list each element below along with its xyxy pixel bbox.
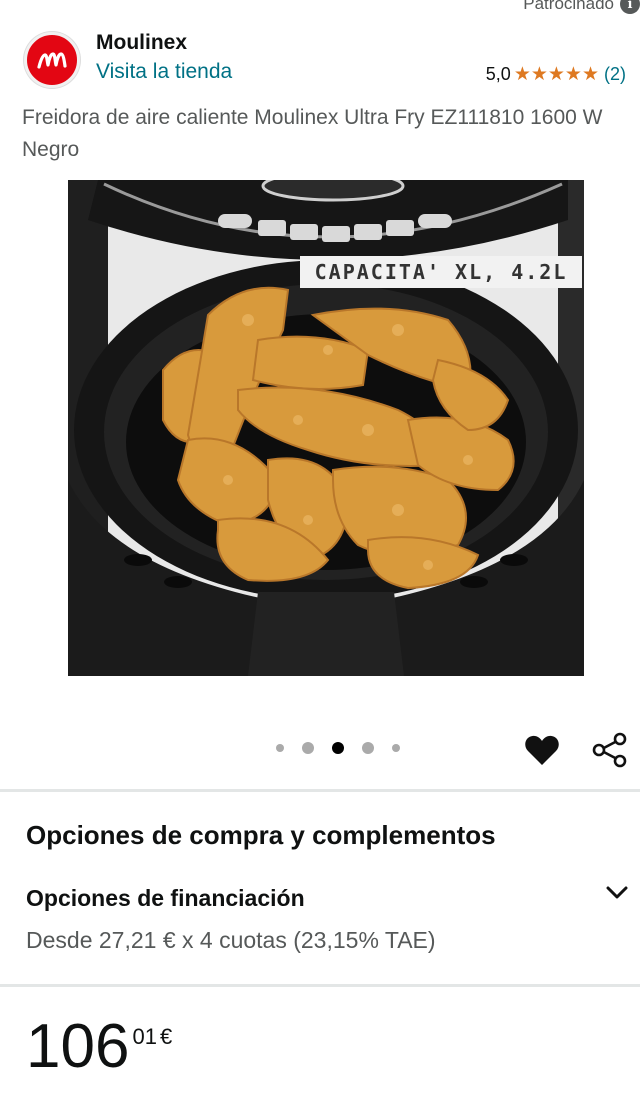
price-fraction: 01 bbox=[132, 1024, 157, 1049]
section-divider bbox=[0, 984, 640, 987]
section-divider bbox=[0, 789, 640, 792]
star-rating-icon: ★★★★★ bbox=[513, 64, 599, 85]
rating-value: 5,0 bbox=[485, 64, 511, 84]
share-icon bbox=[592, 732, 627, 768]
price-currency: € bbox=[159, 1024, 173, 1049]
product-image[interactable] bbox=[68, 180, 584, 676]
purchase-options-heading: Opciones de compra y complementos bbox=[26, 820, 496, 850]
favorite-button[interactable] bbox=[522, 730, 562, 770]
brand-header: Moulinex Visita la tienda 5,0 ★★★★★ (2) bbox=[24, 30, 626, 90]
carousel-dot[interactable] bbox=[302, 742, 314, 754]
financing-detail: Desde 27,21 € x 4 cuotas (23,15% TAE) bbox=[26, 927, 436, 953]
chevron-down-icon bbox=[606, 886, 628, 899]
carousel-dot[interactable] bbox=[276, 744, 284, 752]
carousel-dot[interactable] bbox=[392, 744, 400, 752]
financing-expand-button[interactable] bbox=[600, 878, 634, 908]
visit-store-link[interactable]: Visita la tienda bbox=[96, 60, 232, 84]
brand-logo[interactable] bbox=[24, 32, 80, 88]
brand-name: Moulinex bbox=[96, 31, 188, 54]
sponsored-text: Patrocinado bbox=[523, 0, 614, 13]
info-icon[interactable]: i bbox=[620, 0, 640, 14]
rating-summary[interactable]: 5,0 ★★★★★ (2) bbox=[486, 63, 626, 86]
price-whole: 106 bbox=[26, 1012, 130, 1081]
heart-icon bbox=[525, 735, 559, 765]
carousel-dot[interactable] bbox=[362, 742, 374, 754]
moulinex-logo-icon bbox=[37, 52, 67, 69]
carousel-dot-active[interactable] bbox=[332, 742, 344, 754]
sponsored-label[interactable]: Patrocinado i bbox=[523, 0, 640, 14]
capacity-overlay-label: CAPACITA' XL, 4.2L bbox=[300, 256, 582, 288]
product-title: Freidora de aire caliente Moulinex Ultra… bbox=[22, 106, 603, 161]
price: 106 01 € bbox=[26, 1012, 172, 1082]
share-button[interactable] bbox=[590, 730, 630, 770]
financing-title[interactable]: Opciones de financiación bbox=[26, 885, 305, 912]
air-fryer-basket-image bbox=[68, 180, 584, 676]
carousel-indicators bbox=[267, 742, 409, 754]
rating-count[interactable]: (2) bbox=[604, 64, 626, 85]
